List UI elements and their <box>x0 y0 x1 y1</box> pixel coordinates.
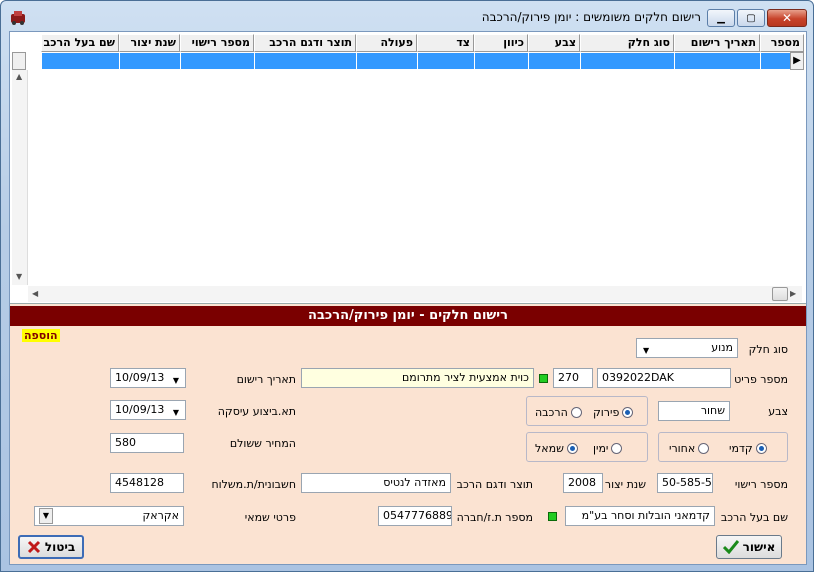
year-label: שנת יצור <box>604 478 646 491</box>
cancel-button[interactable]: ביטול <box>18 535 84 559</box>
license-number-label: מספר רישוי <box>734 478 788 491</box>
part-description-field[interactable]: כוית אמצעית לציר מתרומם <box>301 368 534 388</box>
col-direction[interactable]: כיוון <box>474 34 528 52</box>
chevron-down-icon: ▼ <box>172 408 179 417</box>
content-area: מספר תאריך רישום סוג חלק צבע כיוון צד פע… <box>9 31 807 565</box>
radio-left[interactable]: שמאל <box>535 442 578 455</box>
quantity-field[interactable]: 270 <box>553 368 593 388</box>
maximize-button[interactable]: ▢ <box>737 9 765 27</box>
company-id-label: מספר ת.ז/חברה <box>456 511 533 524</box>
minimize-button[interactable]: ▁ <box>707 9 735 27</box>
scroll-up-icon[interactable]: ▲ <box>16 72 22 81</box>
action-group: פירוק הרכבה <box>526 396 648 426</box>
ok-button[interactable]: אישור <box>716 535 782 559</box>
col-part-type[interactable]: סוג חלק <box>580 34 674 52</box>
col-side[interactable]: צד <box>417 34 474 52</box>
part-type-dropdown[interactable]: ▼ מנוע <box>636 338 738 358</box>
owner-name-field[interactable]: קדמאני הובלות וסחר בע"מ <box>565 506 715 526</box>
col-license-number[interactable]: מספר רישוי <box>180 34 254 52</box>
part-number-label: מספר פריט <box>734 373 788 386</box>
color-field[interactable]: שחור <box>658 401 730 421</box>
scroll-down-icon[interactable]: ▼ <box>16 272 22 281</box>
execution-date-picker[interactable]: 10/09/13 ▼ <box>110 400 186 420</box>
invoice-field[interactable]: 4548128 <box>110 473 184 493</box>
x-icon <box>27 540 40 554</box>
vehicle-model-field[interactable]: מאזדה לנטיס <box>301 473 451 493</box>
form-banner: רישום חלקים - יומן פירוק/הרכבה <box>10 306 806 326</box>
status-indicator <box>539 374 548 383</box>
registration-date-label: תאריך רישום <box>236 373 296 386</box>
col-owner-name[interactable]: שם בעל הרכב <box>41 34 119 52</box>
vehicle-model-label: תוצר ודגם הרכב <box>456 478 533 491</box>
col-number[interactable]: מספר <box>760 34 804 52</box>
horizontal-scroll-thumb[interactable] <box>772 287 788 301</box>
registration-date-picker[interactable]: 10/09/13 ▼ <box>110 368 186 388</box>
vertical-scrollbar[interactable]: ▲ ▼ <box>12 70 28 285</box>
chevron-down-icon: ▼ <box>643 346 650 355</box>
radio-right[interactable]: ימין <box>593 442 623 455</box>
row-selector-left <box>12 52 26 70</box>
checkmark-icon <box>722 540 739 554</box>
color-label: צבע <box>768 405 788 418</box>
row-pointer-icon: ▶ <box>793 55 801 66</box>
col-color[interactable]: צבע <box>528 34 580 52</box>
main-window: רישום חלקים משומשים : יומן פירוק/הרכבה ▁… <box>0 0 814 572</box>
execution-date-label: תא.ביצוע עיסקה <box>217 405 296 418</box>
app-icon <box>11 11 25 25</box>
scroll-right-icon[interactable]: ▶ <box>790 289 796 298</box>
private-identifier-dropdown[interactable]: אקראק ▼ <box>34 506 184 526</box>
private-identifier-label: פרטי שמאי <box>244 511 296 524</box>
table-row[interactable] <box>41 53 790 69</box>
part-number-field[interactable]: 0392022DAK <box>597 368 731 388</box>
col-year[interactable]: שנת יצור <box>119 34 180 52</box>
close-icon: ✕ <box>781 11 793 25</box>
maximize-icon: ▢ <box>746 12 756 24</box>
col-registration-date[interactable]: תאריך רישום <box>674 34 760 52</box>
parts-grid[interactable]: מספר תאריך רישום סוג חלק צבע כיוון צד פע… <box>10 32 806 304</box>
window-title: רישום חלקים משומשים : יומן פירוק/הרכבה <box>481 10 701 24</box>
horizontal-scrollbar[interactable]: ◀ ▶ <box>28 286 802 302</box>
title-bar: רישום חלקים משומשים : יומן פירוק/הרכבה ▁… <box>1 1 813 31</box>
radio-disassembly[interactable]: פירוק <box>593 406 634 419</box>
scroll-left-icon[interactable]: ◀ <box>32 289 38 298</box>
radio-rear[interactable]: אחורי <box>669 442 710 455</box>
price-label: המחיר ששולם <box>229 437 296 450</box>
chevron-down-icon: ▼ <box>39 508 53 524</box>
owner-name-label: שם בעל הרכב <box>720 511 788 524</box>
close-button[interactable]: ✕ <box>767 9 807 27</box>
license-number-field[interactable]: 50-585-52 <box>657 473 713 493</box>
direction-group: קדמי אחורי <box>658 432 788 462</box>
chevron-down-icon: ▼ <box>172 376 179 385</box>
part-type-label: סוג חלק <box>748 343 788 356</box>
grid-header: מספר תאריך רישום סוג חלק צבע כיוון צד פע… <box>41 34 804 52</box>
side-group: ימין שמאל <box>526 432 648 462</box>
invoice-label: חשבונית/ת.משלוח <box>211 478 296 491</box>
col-vehicle-model[interactable]: תוצר ודגם הרכב <box>254 34 356 52</box>
company-id-field[interactable]: 0547776889 <box>378 506 452 526</box>
mode-badge: הוספה <box>22 329 60 342</box>
minimize-icon: ▁ <box>717 12 725 24</box>
radio-front[interactable]: קדמי <box>729 442 767 455</box>
year-field[interactable]: 2008 <box>563 473 603 493</box>
price-field[interactable]: 580 <box>110 433 184 453</box>
owner-status-indicator <box>548 512 557 521</box>
col-action[interactable]: פעולה <box>356 34 417 52</box>
row-selector[interactable]: ▶ <box>790 52 804 70</box>
radio-assembly[interactable]: הרכבה <box>535 406 582 419</box>
